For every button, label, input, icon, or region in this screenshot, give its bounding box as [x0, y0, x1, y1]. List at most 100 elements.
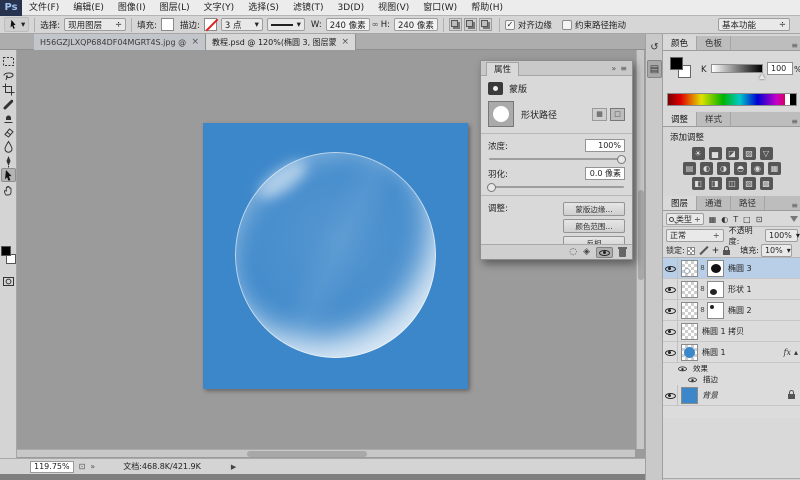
- filter-adjustment-layers-icon[interactable]: ◐: [721, 215, 728, 224]
- mask-thumbnail[interactable]: [707, 301, 724, 319]
- crop-tool[interactable]: [1, 82, 16, 96]
- feather-slider[interactable]: [487, 182, 624, 192]
- close-tab-icon[interactable]: ×: [191, 37, 199, 47]
- feather-value-field[interactable]: 0.0 像素: [585, 167, 625, 180]
- opacity-dropdown[interactable]: 100% ▾: [765, 229, 800, 242]
- tab-styles[interactable]: 样式: [697, 112, 732, 126]
- tab-paths[interactable]: 路径: [731, 196, 766, 210]
- add-vector-mask-button[interactable]: □: [610, 107, 625, 121]
- layer-row-ellipse1[interactable]: 椭圆 1 fx ▴: [663, 341, 800, 363]
- filter-shape-layers-icon[interactable]: □: [743, 215, 751, 224]
- menu-3d[interactable]: 3D(D): [330, 0, 371, 16]
- path-operations-button[interactable]: [448, 18, 462, 31]
- tab-channels[interactable]: 通道: [697, 196, 732, 210]
- mask-edge-button[interactable]: 蒙版边缘...: [563, 202, 625, 216]
- vertical-scrollbar-thumb[interactable]: [638, 190, 644, 280]
- color-lookup-icon[interactable]: ▦: [768, 162, 781, 175]
- visibility-toggle[interactable]: [663, 299, 678, 321]
- black-swatch[interactable]: [790, 94, 796, 105]
- load-selection-icon[interactable]: ◌: [569, 247, 577, 257]
- vibrance-icon[interactable]: ▽: [759, 147, 773, 160]
- menu-help[interactable]: 帮助(H): [464, 0, 510, 16]
- density-slider-knob[interactable]: [617, 154, 626, 164]
- layer-thumbnail[interactable]: [681, 301, 698, 319]
- layer-name[interactable]: 椭圆 3: [728, 263, 752, 274]
- curves-icon[interactable]: ◪: [725, 147, 739, 160]
- posterize-icon[interactable]: ◨: [708, 177, 722, 190]
- status-options-arrow[interactable]: ▶: [231, 463, 236, 471]
- black-white-icon[interactable]: ◑: [717, 162, 730, 175]
- path-selection-tool[interactable]: [1, 168, 16, 182]
- stroke-type-dropdown[interactable]: ▾: [266, 18, 305, 31]
- lock-position-icon[interactable]: +: [712, 246, 720, 256]
- stroke-width-dropdown[interactable]: 3 点 ▾: [220, 18, 263, 31]
- visibility-toggle[interactable]: [663, 384, 678, 406]
- panel-menu-icon[interactable]: ≡: [620, 64, 627, 73]
- horizontal-scrollbar-thumb[interactable]: [247, 451, 367, 457]
- effects-row[interactable]: 效果: [663, 363, 800, 374]
- density-slider[interactable]: [489, 154, 626, 164]
- layer-name[interactable]: 背景: [702, 390, 718, 401]
- layer-thumbnail[interactable]: [681, 386, 698, 404]
- document-canvas[interactable]: [203, 123, 468, 389]
- color-swatches[interactable]: [1, 246, 16, 268]
- layer-row-background[interactable]: 背景: [663, 384, 800, 406]
- selective-color-icon[interactable]: ▧: [742, 177, 756, 190]
- document-tab-jpg[interactable]: H56GZJLXQP684DF04MGRT4S.jpg @ 132%(RGB/8…: [34, 34, 206, 50]
- lock-pixels-icon[interactable]: [699, 246, 708, 255]
- vertical-scrollbar[interactable]: [636, 50, 644, 449]
- hand-tool[interactable]: [1, 183, 16, 197]
- menu-select[interactable]: 选择(S): [241, 0, 286, 16]
- pen-tool[interactable]: [1, 154, 16, 168]
- layer-name[interactable]: 椭圆 1 拷贝: [702, 326, 744, 337]
- visibility-toggle[interactable]: [663, 278, 678, 300]
- k-slider-marker[interactable]: [759, 74, 765, 79]
- layer-effects-badge[interactable]: fx ▴: [784, 348, 799, 357]
- menu-edit[interactable]: 编辑(E): [66, 0, 111, 16]
- tab-color[interactable]: 颜色: [663, 36, 698, 50]
- tab-adjustments[interactable]: 调整: [663, 112, 698, 126]
- tab-swatches[interactable]: 色板: [697, 36, 732, 50]
- menu-view[interactable]: 视图(V): [371, 0, 416, 16]
- document-tab-psd[interactable]: 教程.psd @ 120%(椭圆 3, 图层蒙版/8) * ×: [206, 34, 356, 50]
- align-edges-checkbox[interactable]: ✓: [504, 19, 515, 30]
- photo-filter-icon[interactable]: ◓: [734, 162, 747, 175]
- stroke-visibility-toggle[interactable]: [688, 376, 697, 383]
- add-pixel-mask-button[interactable]: ▦: [592, 107, 607, 121]
- menu-filter[interactable]: 滤镜(T): [286, 0, 331, 16]
- healing-brush-tool[interactable]: [1, 97, 16, 111]
- zoom-level-field[interactable]: 119.75%: [30, 460, 74, 473]
- k-slider-track[interactable]: [711, 64, 763, 73]
- k-value-field[interactable]: 100: [767, 62, 793, 75]
- lock-transparency-icon[interactable]: [686, 246, 695, 255]
- select-mode-dropdown[interactable]: 现用图层 ÷: [64, 18, 127, 31]
- mask-link-icon[interactable]: 8: [698, 285, 707, 293]
- brightness-contrast-icon[interactable]: ☀: [691, 147, 705, 160]
- layer-row-ellipse1-copy[interactable]: 椭圆 1 拷贝: [663, 320, 800, 342]
- threshold-icon[interactable]: ◫: [725, 177, 739, 190]
- menu-image[interactable]: 图像(I): [111, 0, 153, 16]
- color-range-button[interactable]: 颜色范围...: [563, 219, 625, 233]
- filter-pixel-layers-icon[interactable]: ▦: [709, 215, 717, 224]
- fill-swatch[interactable]: [161, 18, 175, 31]
- layer-name[interactable]: 形状 1: [728, 284, 752, 295]
- mask-thumbnail[interactable]: [707, 259, 724, 277]
- shape-width-field[interactable]: 240 像素: [325, 18, 370, 31]
- density-value-field[interactable]: 100%: [585, 139, 625, 152]
- close-tab-icon[interactable]: ×: [341, 37, 349, 47]
- mask-thumbnail[interactable]: [707, 280, 724, 298]
- color-balance-icon[interactable]: ◐: [700, 162, 713, 175]
- layer-row-shape1[interactable]: 8 形状 1: [663, 278, 800, 300]
- clone-stamp-tool[interactable]: [1, 111, 16, 125]
- fill-dropdown[interactable]: 10% ▾: [760, 244, 792, 257]
- layer-thumbnail[interactable]: [681, 343, 698, 361]
- foreground-color-swatch[interactable]: [670, 57, 683, 70]
- filter-toggle-icon[interactable]: [790, 216, 798, 222]
- collapse-effects-icon[interactable]: ▴: [794, 348, 798, 357]
- stroke-swatch[interactable]: [203, 18, 217, 31]
- shape-height-field[interactable]: 240 像素: [393, 18, 438, 31]
- visibility-toggle[interactable]: [663, 341, 678, 363]
- lasso-tool[interactable]: [1, 68, 16, 82]
- levels-icon[interactable]: ▅: [708, 147, 722, 160]
- stroke-effect-row[interactable]: 描边: [663, 374, 800, 385]
